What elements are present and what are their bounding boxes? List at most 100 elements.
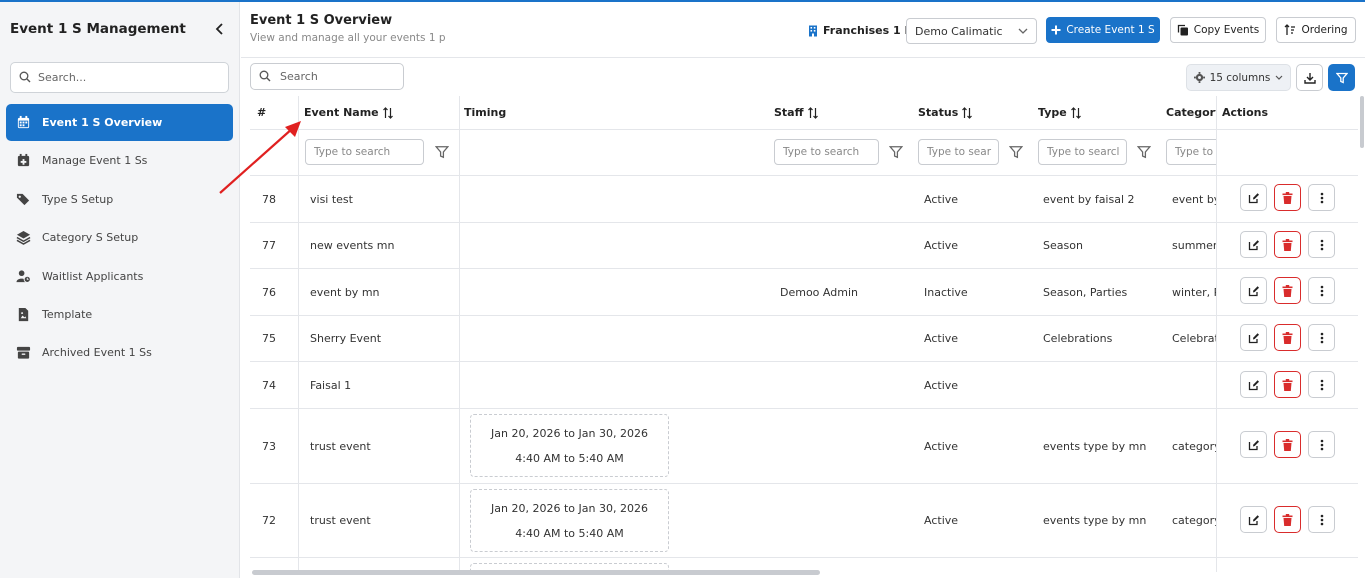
timing-times: 4:40 AM to 5:40 AM xyxy=(515,526,624,540)
sidebar-item-label: Category S Setup xyxy=(42,231,139,245)
cell-category: event by xyxy=(1172,192,1221,206)
filter-icon[interactable] xyxy=(889,145,903,159)
more-options-button[interactable] xyxy=(1308,231,1335,258)
edit-button[interactable] xyxy=(1240,431,1267,458)
cell-type: events type by mn xyxy=(1043,439,1147,453)
sidebar-item-waitlist[interactable]: Waitlist Applicants xyxy=(6,258,233,295)
vertical-scrollbar[interactable] xyxy=(1360,96,1364,148)
cell-event-name: Sherry Event xyxy=(310,332,382,345)
delete-button[interactable] xyxy=(1274,371,1301,398)
filter-icon[interactable] xyxy=(435,145,449,159)
column-header-type[interactable]: Type xyxy=(1038,96,1082,129)
sidebar-item-template[interactable]: Template xyxy=(6,296,233,333)
calendar-icon xyxy=(17,115,30,129)
delete-button[interactable] xyxy=(1274,431,1301,458)
edit-button[interactable] xyxy=(1240,371,1267,398)
edit-button[interactable] xyxy=(1240,324,1267,351)
filter-type-input[interactable] xyxy=(1047,146,1126,158)
more-options-button[interactable] xyxy=(1308,431,1335,458)
edit-button[interactable] xyxy=(1240,277,1267,304)
delete-button[interactable] xyxy=(1274,184,1301,211)
filter-icon[interactable] xyxy=(1137,145,1151,159)
ordering-button[interactable]: Ordering xyxy=(1276,17,1356,43)
filter-status[interactable] xyxy=(918,139,999,165)
filter-toggle-button[interactable] xyxy=(1328,64,1355,91)
trash-icon xyxy=(1282,438,1293,451)
sidebar-item-label: Template xyxy=(42,307,93,321)
franchise-label-text: Franchises 1 P xyxy=(823,24,913,37)
columns-button[interactable]: 15 columns xyxy=(1186,64,1291,91)
sidebar-item-category-setup[interactable]: Category S Setup xyxy=(6,219,233,256)
sidebar-item-label: Manage Event 1 Ss xyxy=(42,154,148,168)
franchise-select[interactable]: Demo Calimatic xyxy=(906,18,1037,44)
franchise-label: Franchises 1 P xyxy=(808,22,913,39)
edit-icon xyxy=(1248,239,1259,250)
chevron-left-icon[interactable] xyxy=(210,19,230,39)
cell-event-name: trust event xyxy=(310,439,371,453)
sort-icon[interactable] xyxy=(807,106,819,119)
table-search-input[interactable] xyxy=(280,70,390,83)
timing-dates: Jan 20, 2026 to Jan 30, 2026 xyxy=(491,426,648,440)
more-options-button[interactable] xyxy=(1308,184,1335,211)
actions-row-divider xyxy=(1216,483,1358,484)
sidebar: Event 1 S Management Event 1 S Overview … xyxy=(0,2,240,578)
delete-button[interactable] xyxy=(1274,277,1301,304)
actions-row-divider xyxy=(1216,408,1358,409)
edit-button[interactable] xyxy=(1240,184,1267,211)
horizontal-scrollbar[interactable] xyxy=(252,570,820,575)
layers-icon xyxy=(16,231,31,246)
column-header-event-name[interactable]: Event Name xyxy=(304,96,394,129)
more-vertical-icon xyxy=(1320,514,1323,525)
timing-dates: Jan 20, 2026 to Jan 30, 2026 xyxy=(491,501,648,515)
search-icon xyxy=(259,67,271,86)
filter-status-input[interactable] xyxy=(927,146,998,158)
cell-type: Celebrations xyxy=(1043,332,1113,345)
tags-icon xyxy=(16,193,30,205)
filter-staff-input[interactable] xyxy=(783,146,878,158)
sidebar-item-archived[interactable]: Archived Event 1 Ss xyxy=(6,334,233,371)
column-header-timing: Timing xyxy=(464,106,507,119)
plus-icon xyxy=(1051,25,1061,35)
delete-button[interactable] xyxy=(1274,231,1301,258)
delete-button[interactable] xyxy=(1274,506,1301,533)
create-event-button[interactable]: Create Event 1 S xyxy=(1046,17,1160,43)
sort-icon[interactable] xyxy=(1070,106,1082,119)
delete-button[interactable] xyxy=(1274,324,1301,351)
copy-events-button[interactable]: Copy Events xyxy=(1170,17,1266,43)
filter-type[interactable] xyxy=(1038,139,1127,165)
sidebar-search[interactable] xyxy=(10,62,229,93)
column-header-status[interactable]: Status xyxy=(918,96,973,129)
more-options-button[interactable] xyxy=(1308,506,1335,533)
column-header-label: Type xyxy=(1038,106,1067,119)
filter-icon[interactable] xyxy=(1009,145,1023,159)
column-header-actions: Actions xyxy=(1222,106,1268,119)
sidebar-item-event-overview[interactable]: Event 1 S Overview xyxy=(6,104,233,141)
search-icon xyxy=(19,68,31,87)
table-row: 77 new events mn Active Season summer xyxy=(250,223,1358,269)
cell-category: winter, P xyxy=(1172,285,1221,299)
sidebar-item-label: Type S Setup xyxy=(42,192,114,206)
sidebar-search-input[interactable] xyxy=(38,71,218,84)
filter-staff[interactable] xyxy=(774,139,879,165)
filter-event-name[interactable] xyxy=(305,139,424,165)
sort-icon[interactable] xyxy=(382,106,394,119)
actions-row-divider xyxy=(1216,361,1358,362)
sort-icon[interactable] xyxy=(961,106,973,119)
filter-event-name-input[interactable] xyxy=(314,146,423,158)
column-header-staff[interactable]: Staff xyxy=(774,96,819,129)
actions-filter-divider xyxy=(1216,175,1358,176)
sidebar-item-type-setup[interactable]: Type S Setup xyxy=(6,181,233,218)
table-search[interactable] xyxy=(250,63,404,90)
download-button[interactable] xyxy=(1296,64,1323,91)
sidebar-item-manage-events[interactable]: Manage Event 1 Ss xyxy=(6,142,233,179)
file-image-icon xyxy=(18,307,29,322)
edit-button[interactable] xyxy=(1240,506,1267,533)
column-header-category[interactable]: Category xyxy=(1166,96,1222,129)
cell-status: Active xyxy=(924,332,959,345)
more-options-button[interactable] xyxy=(1308,371,1335,398)
table-row: 74 Faisal 1 Active xyxy=(250,362,1358,409)
more-options-button[interactable] xyxy=(1308,277,1335,304)
more-options-button[interactable] xyxy=(1308,324,1335,351)
create-event-label: Create Event 1 S xyxy=(1066,24,1155,36)
edit-button[interactable] xyxy=(1240,231,1267,258)
